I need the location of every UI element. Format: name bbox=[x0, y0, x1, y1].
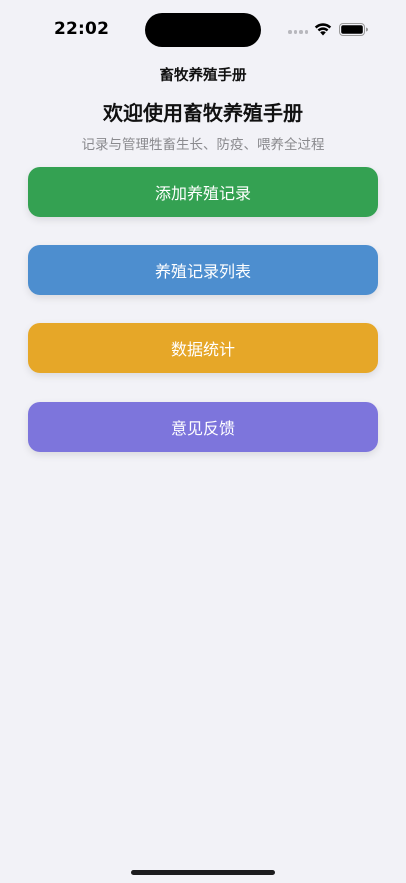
nav-title: 畜牧养殖手册 bbox=[159, 68, 247, 84]
record-list-button[interactable]: 养殖记录列表 bbox=[28, 245, 378, 295]
dynamic-island bbox=[145, 13, 261, 47]
signal-icon bbox=[288, 30, 308, 34]
status-time: 22:02 bbox=[54, 19, 110, 39]
status-bar: 22:02 bbox=[0, 0, 406, 58]
statistics-button[interactable]: 数据统计 bbox=[28, 323, 378, 373]
battery-icon bbox=[339, 23, 368, 36]
home-indicator[interactable] bbox=[131, 870, 275, 875]
feedback-button[interactable]: 意见反馈 bbox=[28, 402, 378, 452]
wifi-icon bbox=[314, 23, 332, 36]
welcome-heading: 欢迎使用畜牧养殖手册 bbox=[103, 101, 303, 125]
welcome-subtitle: 记录与管理牲畜生长、防疫、喂养全过程 bbox=[81, 137, 325, 153]
add-record-button[interactable]: 添加养殖记录 bbox=[28, 167, 378, 217]
app-screen: 22:02 畜牧养殖手册 欢迎使用畜牧养殖手册 记录与管理牲畜生长、防疫、喂养全… bbox=[0, 0, 406, 883]
